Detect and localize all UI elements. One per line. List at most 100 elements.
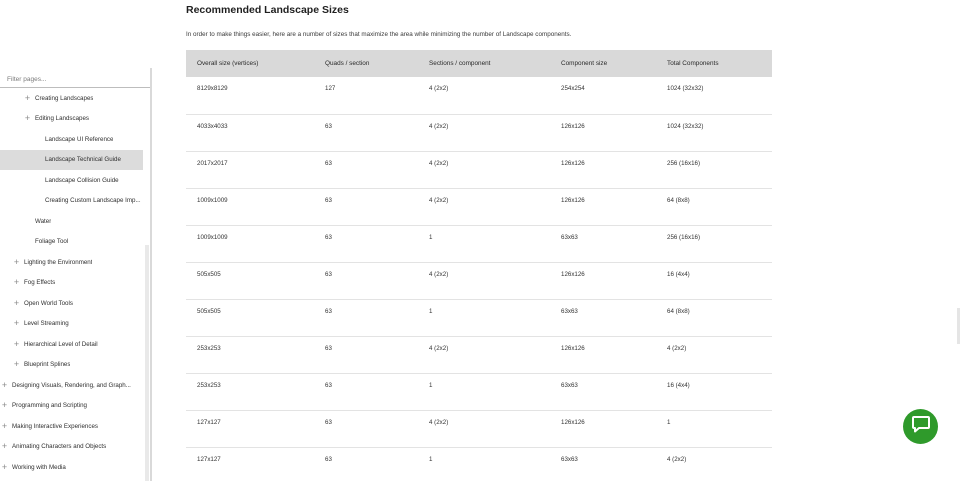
- cell-overall-size: 2017x2017: [197, 159, 228, 167]
- sidebar-item-label: Creating Landscapes: [35, 94, 94, 102]
- sidebar-item[interactable]: + Animating Characters and Objects: [0, 437, 143, 457]
- cell-total-components: 16 (4x4): [667, 270, 690, 278]
- cell-sections-per-component: 4 (2x2): [429, 418, 449, 426]
- cell-quads-per-section: 63: [325, 122, 332, 130]
- cell-quads-per-section: 63: [325, 270, 332, 278]
- header-component-size: Component size: [561, 60, 608, 67]
- cell-sections-per-component: 1: [429, 307, 433, 315]
- cell-overall-size: 253x253: [197, 344, 221, 352]
- chat-bubble-icon: [911, 415, 931, 439]
- sidebar-item-label: Animating Characters and Objects: [12, 443, 107, 450]
- sidebar-item-label: Hierarchical Level of Detail: [24, 340, 98, 348]
- cell-sections-per-component: 4 (2x2): [429, 270, 449, 278]
- cell-sections-per-component: 4 (2x2): [429, 159, 449, 167]
- expand-plus-icon[interactable]: +: [0, 380, 9, 390]
- sidebar-item[interactable]: Foliage Tool: [0, 232, 143, 252]
- header-overall-size: Overall size (vertices): [197, 60, 259, 67]
- sidebar-item[interactable]: + Level Streaming: [0, 314, 143, 334]
- expand-plus-icon[interactable]: +: [0, 421, 9, 431]
- sidebar-item[interactable]: + Open World Tools: [0, 293, 143, 313]
- sidebar-item-label: Working with Media: [12, 463, 66, 471]
- landscape-sizes-table: Overall size (vertices) Quads / section …: [186, 50, 772, 481]
- expand-plus-icon[interactable]: +: [0, 462, 9, 472]
- sidebar-item-label: Foliage Tool: [35, 238, 69, 245]
- sidebar-item[interactable]: Water: [0, 211, 143, 231]
- sidebar-item-label: Programming and Scripting: [12, 402, 87, 409]
- cell-component-size: 126x126: [561, 344, 585, 352]
- expand-plus-icon[interactable]: +: [23, 114, 32, 123]
- sidebar-item-label: Water: [35, 217, 52, 225]
- chat-button[interactable]: [903, 409, 938, 444]
- sidebar-item-label: Landscape UI Reference: [45, 135, 114, 143]
- sidebar-item[interactable]: + Editing Landscapes: [0, 109, 143, 129]
- expand-plus-icon[interactable]: +: [12, 257, 21, 267]
- page-title: Recommended Landscape Sizes: [186, 4, 349, 16]
- cell-component-size: 126x126: [561, 270, 585, 278]
- table-row: 1009x1009 63 4 (2x2) 126x126 64 (8x8): [186, 188, 772, 225]
- table-row: 505x505 63 1 63x63 64 (8x8): [186, 299, 772, 336]
- cell-quads-per-section: 63: [325, 307, 332, 315]
- sidebar-item-label: Creating Custom Landscape Imp...: [45, 197, 141, 204]
- table-row: 505x505 63 4 (2x2) 126x126 16 (4x4): [186, 262, 772, 299]
- cell-overall-size: 253x253: [197, 381, 221, 389]
- cell-total-components: 256 (16x16): [667, 233, 701, 241]
- sidebar-item[interactable]: + Fog Effects: [0, 273, 143, 293]
- expand-plus-icon[interactable]: +: [12, 278, 21, 287]
- filter-box: [0, 68, 150, 89]
- sidebar-item-label: Fog Effects: [24, 279, 56, 286]
- cell-overall-size: 127x127: [197, 455, 221, 463]
- cell-total-components: 4 (2x2): [667, 344, 687, 352]
- sidebar-item-label: Designing Visuals, Rendering, and Graph.…: [12, 381, 131, 389]
- sidebar-item-label: Landscape Technical Guide: [45, 156, 121, 163]
- table-row: 253x253 63 4 (2x2) 126x126 4 (2x2): [186, 336, 772, 373]
- cell-component-size: 126x126: [561, 196, 585, 204]
- header-sections-per-component: Sections / component: [429, 60, 491, 67]
- sidebar-item[interactable]: Landscape Technical Guide: [0, 149, 143, 170]
- cell-component-size: 126x126: [561, 159, 585, 167]
- cell-total-components: 1: [667, 418, 671, 426]
- sidebar-item[interactable]: + Designing Visuals, Rendering, and Graph…: [0, 375, 143, 395]
- sidebar-item[interactable]: Creating Custom Landscape Imp...: [0, 191, 143, 211]
- cell-total-components: 1024 (32x32): [667, 122, 704, 130]
- sidebar-item-label: Lighting the Environment: [24, 258, 93, 266]
- sidebar-item[interactable]: + Hierarchical Level of Detail: [0, 334, 143, 354]
- cell-overall-size: 8129x8129: [197, 85, 228, 92]
- header-total-components: Total Components: [667, 60, 719, 67]
- sidebar-item[interactable]: + Blueprint Splines: [0, 355, 143, 375]
- sidebar-item[interactable]: Landscape Collision Guide: [0, 170, 143, 190]
- sidebar-item[interactable]: +Setting Up Your Production Pipeline: [0, 478, 143, 481]
- cell-sections-per-component: 4 (2x2): [429, 122, 449, 130]
- cell-overall-size: 127x127: [197, 418, 221, 426]
- cell-component-size: 126x126: [561, 122, 585, 130]
- cell-component-size: 126x126: [561, 418, 585, 426]
- cell-component-size: 254x254: [561, 85, 585, 92]
- expand-plus-icon[interactable]: +: [12, 298, 21, 308]
- cell-quads-per-section: 63: [325, 418, 332, 426]
- filter-pages-input[interactable]: [7, 70, 147, 89]
- cell-quads-per-section: 63: [325, 381, 332, 389]
- sidebar-scrollbar[interactable]: [145, 245, 149, 481]
- table-row: 8129x8129 127 4 (2x2) 254x254 1024 (32x32): [186, 77, 772, 114]
- expand-plus-icon[interactable]: +: [0, 442, 9, 451]
- sidebar-item[interactable]: + Creating Landscapes: [0, 88, 143, 108]
- table-row: 127x127 63 4 (2x2) 126x126 1: [186, 410, 772, 447]
- cell-quads-per-section: 63: [325, 159, 332, 167]
- expand-plus-icon[interactable]: +: [12, 319, 21, 328]
- table-row: 1009x1009 63 1 63x63 256 (16x16): [186, 225, 772, 262]
- cell-quads-per-section: 63: [325, 455, 332, 463]
- sidebar-item[interactable]: + Working with Media: [0, 457, 143, 477]
- cell-sections-per-component: 4 (2x2): [429, 344, 449, 352]
- sidebar-item-label: Level Streaming: [24, 320, 69, 327]
- expand-plus-icon[interactable]: +: [12, 360, 21, 369]
- cell-overall-size: 505x505: [197, 307, 221, 315]
- cell-total-components: 4 (2x2): [667, 455, 687, 463]
- sidebar-item[interactable]: + Programming and Scripting: [0, 396, 143, 416]
- cell-quads-per-section: 63: [325, 196, 332, 204]
- sidebar-item[interactable]: + Making Interactive Experiences: [0, 416, 143, 436]
- cell-sections-per-component: 1: [429, 233, 433, 241]
- expand-plus-icon[interactable]: +: [0, 401, 9, 410]
- expand-plus-icon[interactable]: +: [12, 339, 21, 349]
- expand-plus-icon[interactable]: +: [23, 93, 32, 103]
- sidebar-item[interactable]: + Lighting the Environment: [0, 252, 143, 272]
- sidebar-item[interactable]: Landscape UI Reference: [0, 129, 143, 149]
